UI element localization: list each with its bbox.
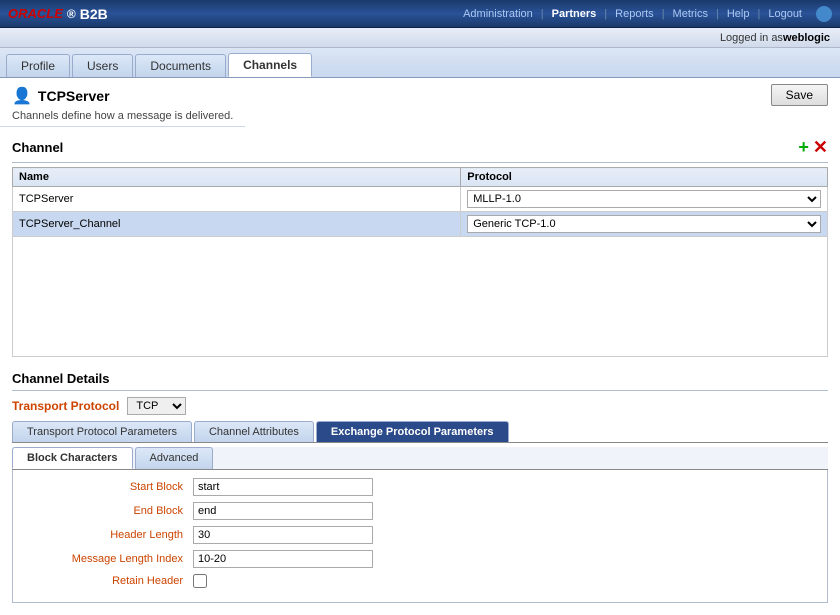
logged-bar: Logged in as weblogic [0,28,840,48]
checkbox-retain-header[interactable] [193,574,207,588]
form-section: Start Block End Block Header Length Mess… [12,470,828,603]
top-bar: ORACLE ® B2B Administration | Partners |… [0,0,840,28]
table-row[interactable]: TCPServer_Channel Generic TCP-1.0 [13,212,828,237]
channel-actions: + ✕ [798,137,828,158]
form-row-start-block: Start Block [33,478,807,496]
input-header-length[interactable] [193,526,373,544]
channel-section: Channel + ✕ Name Protocol TCPServer MLLP… [0,127,840,363]
tab-channel-attributes[interactable]: Channel Attributes [194,421,314,442]
page-subtitle: Channels define how a message is deliver… [0,106,245,127]
page-header-section: 👤 TCPServer Channels define how a messag… [0,78,840,127]
logged-in-user: weblogic [783,32,830,44]
transport-protocol-select[interactable]: TCP HTTP FTP SFTP [127,397,186,415]
input-end-block[interactable] [193,502,373,520]
label-retain-header: Retain Header [33,575,193,587]
page-title-area: 👤 TCPServer Channels define how a messag… [0,78,245,127]
channel-protocol-select-1[interactable]: Generic TCP-1.0 [467,215,821,233]
channel-protocol-cell-1: Generic TCP-1.0 [461,212,828,237]
sub-nav: Profile Users Documents Channels [0,48,840,78]
page-title: TCPServer [38,88,110,104]
form-row-message-length-index: Message Length Index [33,550,807,568]
tab-documents[interactable]: Documents [135,54,226,77]
nav-reports[interactable]: Reports [609,6,660,22]
label-start-block: Start Block [33,481,193,493]
label-end-block: End Block [33,505,193,517]
inner-tabs: Block Characters Advanced [12,447,828,470]
tab-exchange-protocol-parameters[interactable]: Exchange Protocol Parameters [316,421,509,442]
channel-name-cell: TCPServer [13,187,461,212]
channel-details: Channel Details Transport Protocol TCP H… [0,363,840,603]
logo-registered: ® [67,7,76,21]
channel-protocol-select-0[interactable]: MLLP-1.0 [467,190,821,208]
server-icon: 👤 [12,86,32,106]
input-start-block[interactable] [193,478,373,496]
nav-administration[interactable]: Administration [457,6,539,22]
server-title: 👤 TCPServer [0,78,245,106]
add-channel-icon[interactable]: + [798,137,809,158]
tab-block-characters[interactable]: Block Characters [12,447,133,469]
form-row-end-block: End Block [33,502,807,520]
save-button[interactable]: Save [771,84,828,106]
channel-details-header: Channel Details [12,367,828,391]
transport-protocol-label: Transport Protocol [12,399,119,413]
channel-label-text: Channel [12,140,63,155]
table-row[interactable]: TCPServer MLLP-1.0 [13,187,828,212]
protocol-tabs: Transport Protocol Parameters Channel At… [12,421,828,443]
nav-metrics[interactable]: Metrics [667,6,714,22]
col-name: Name [13,168,461,187]
channel-table: Name Protocol TCPServer MLLP-1.0 TCPServ… [12,167,828,357]
tab-transport-protocol-parameters[interactable]: Transport Protocol Parameters [12,421,192,442]
delete-channel-icon[interactable]: ✕ [813,137,828,158]
logged-in-text: Logged in as [720,32,783,44]
form-row-retain-header: Retain Header [33,574,807,588]
user-icon [816,6,832,22]
label-message-length-index: Message Length Index [33,553,193,565]
top-nav: Administration | Partners | Reports | Me… [457,6,832,22]
table-empty-row [13,237,828,357]
nav-help[interactable]: Help [721,6,756,22]
channel-section-header: Channel + ✕ [12,133,828,163]
tab-channels[interactable]: Channels [228,53,312,77]
transport-protocol-row: Transport Protocol TCP HTTP FTP SFTP [12,397,828,415]
label-header-length: Header Length [33,529,193,541]
col-protocol: Protocol [461,168,828,187]
logo: ORACLE ® B2B [8,6,108,22]
channel-protocol-cell: MLLP-1.0 [461,187,828,212]
tab-users[interactable]: Users [72,54,133,77]
channel-name-cell-1: TCPServer_Channel [13,212,461,237]
oracle-logo: ORACLE [8,6,63,21]
b2b-logo: B2B [80,6,108,22]
nav-partners[interactable]: Partners [546,6,603,22]
main-content: 👤 TCPServer Channels define how a messag… [0,78,840,615]
tab-profile[interactable]: Profile [6,54,70,77]
nav-logout[interactable]: Logout [762,6,808,22]
form-row-header-length: Header Length [33,526,807,544]
tab-advanced[interactable]: Advanced [135,447,214,469]
input-message-length-index[interactable] [193,550,373,568]
